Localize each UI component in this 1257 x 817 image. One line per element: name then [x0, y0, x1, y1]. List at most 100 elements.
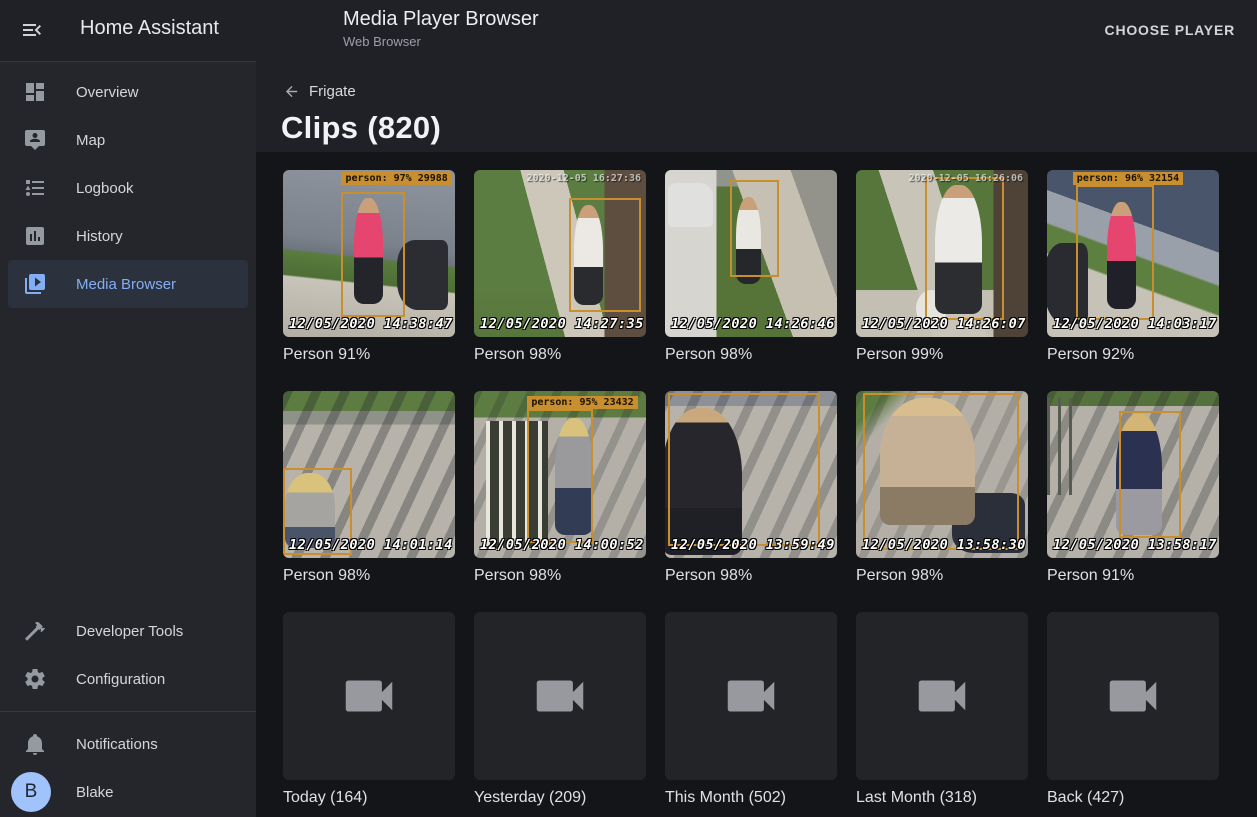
folder-thumbnail [665, 612, 837, 780]
profile-name: Blake [76, 784, 114, 801]
sidebar-item-label: Developer Tools [76, 623, 183, 640]
folder-thumbnail [856, 612, 1028, 780]
video-icon [529, 665, 591, 727]
clip-thumbnail: 12/05/2020 13:59:49 [665, 391, 837, 558]
page-title: Clips (820) [281, 110, 441, 146]
sidebar-spacer [0, 308, 256, 607]
toolbar-title: Media Player Browser [343, 8, 539, 31]
chart-box-icon [23, 224, 47, 248]
folder-tile-this-month[interactable]: This Month (502) [665, 612, 837, 809]
clip-label: Person 92% [1047, 346, 1219, 366]
timestamp-overlay: 12/05/2020 14:01:14 [289, 537, 453, 553]
detection-bbox [527, 409, 592, 543]
clip-label: Person 98% [856, 567, 1028, 587]
menu-open-icon[interactable] [20, 18, 44, 42]
clip-tile[interactable]: 2020-12-05 16:26:06 12/05/2020 14:26:07 … [856, 170, 1028, 366]
folder-label: Last Month (318) [856, 789, 1028, 809]
timestamp-overlay: 12/05/2020 13:58:17 [1053, 537, 1217, 553]
media-browser-content: person: 97% 29988 12/05/2020 14:38:47 Pe… [256, 152, 1257, 817]
play-box-multiple-icon [23, 272, 47, 296]
toolbar-title-block: Media Player Browser Web Browser [343, 8, 539, 49]
clip-tile[interactable]: 12/05/2020 14:01:14 Person 98% [283, 391, 455, 587]
detection-chip: person: 97% 29988 [341, 172, 451, 185]
clip-label: Person 98% [665, 567, 837, 587]
sidebar-item-overview[interactable]: Overview [8, 68, 248, 116]
clip-tile[interactable]: person: 96% 32154 12/05/2020 14:03:17 Pe… [1047, 170, 1219, 366]
sidebar-item-label: Map [76, 132, 105, 149]
clip-tile[interactable]: 2020-12-05 16:27:36 12/05/2020 14:27:35 … [474, 170, 646, 366]
breadcrumb-label: Frigate [309, 83, 356, 100]
clip-thumbnail: 12/05/2020 14:26:46 [665, 170, 837, 337]
sidebar: Overview Map Logbook History Media Brows… [0, 61, 256, 817]
folder-thumbnail [474, 612, 646, 780]
detection-bbox [730, 180, 778, 277]
sidebar-item-label: Logbook [76, 180, 134, 197]
detection-bbox [341, 192, 405, 317]
camera-osd-text: 2020-12-05 16:26:06 [909, 173, 1023, 184]
sidebar-item-developer-tools[interactable]: Developer Tools [8, 607, 248, 655]
tooltip-account-icon [23, 128, 47, 152]
clip-thumbnail: 12/05/2020 13:58:30 [856, 391, 1028, 558]
clip-label: Person 98% [665, 346, 837, 366]
sidebar-item-profile[interactable]: B Blake [8, 768, 248, 816]
sidebar-item-label: History [76, 228, 123, 245]
clip-label: Person 91% [1047, 567, 1219, 587]
clip-label: Person 99% [856, 346, 1028, 366]
clip-thumbnail: 12/05/2020 14:01:14 [283, 391, 455, 558]
folder-label: Back (427) [1047, 789, 1219, 809]
video-icon [338, 665, 400, 727]
timestamp-overlay: 12/05/2020 14:26:46 [671, 316, 835, 332]
gear-icon [23, 667, 47, 691]
video-icon [1102, 665, 1164, 727]
clip-tile[interactable]: 12/05/2020 13:58:17 Person 91% [1047, 391, 1219, 587]
folder-label: Today (164) [283, 789, 455, 809]
choose-player-button[interactable]: CHOOSE PLAYER [1095, 0, 1245, 60]
folder-tile-today[interactable]: Today (164) [283, 612, 455, 809]
folder-thumbnail [1047, 612, 1219, 780]
format-list-bulleted-icon [23, 176, 47, 200]
detection-chip: person: 96% 32154 [1073, 172, 1183, 185]
clip-label: Person 91% [283, 346, 455, 366]
clip-thumbnail: person: 96% 32154 12/05/2020 14:03:17 [1047, 170, 1219, 337]
clip-thumbnail: person: 97% 29988 12/05/2020 14:38:47 [283, 170, 455, 337]
timestamp-overlay: 12/05/2020 13:59:49 [671, 537, 835, 553]
folder-tile-back[interactable]: Back (427) [1047, 612, 1219, 809]
clip-tile[interactable]: 12/05/2020 13:58:30 Person 98% [856, 391, 1028, 587]
sidebar-item-history[interactable]: History [8, 212, 248, 260]
clip-tile[interactable]: person: 97% 29988 12/05/2020 14:38:47 Pe… [283, 170, 455, 366]
clip-tile[interactable]: 12/05/2020 13:59:49 Person 98% [665, 391, 837, 587]
video-icon [720, 665, 782, 727]
scene-prop [1047, 398, 1075, 495]
clip-tile[interactable]: person: 95% 23432 12/05/2020 14:00:52 Pe… [474, 391, 646, 587]
hammer-icon [23, 619, 47, 643]
timestamp-overlay: 12/05/2020 13:58:30 [862, 537, 1026, 553]
clip-tile[interactable]: 12/05/2020 14:26:46 Person 98% [665, 170, 837, 366]
clip-label: Person 98% [474, 567, 646, 587]
folder-tile-last-month[interactable]: Last Month (318) [856, 612, 1028, 809]
sidebar-item-label: Configuration [76, 671, 165, 688]
breadcrumb-back[interactable]: Frigate [283, 83, 356, 100]
sidebar-item-configuration[interactable]: Configuration [8, 655, 248, 703]
camera-osd-text: 2020-12-05 16:27:36 [527, 173, 641, 184]
folder-label: This Month (502) [665, 789, 837, 809]
timestamp-overlay: 12/05/2020 14:27:35 [480, 316, 644, 332]
bell-icon [23, 732, 47, 756]
sidebar-item-label: Overview [76, 84, 139, 101]
detection-bbox [863, 393, 1020, 550]
sidebar-item-notifications[interactable]: Notifications [8, 720, 248, 768]
clip-thumbnail: 12/05/2020 13:58:17 [1047, 391, 1219, 558]
video-icon [911, 665, 973, 727]
sidebar-item-media-browser[interactable]: Media Browser [8, 260, 248, 308]
detection-chip: person: 95% 23432 [527, 396, 637, 409]
timestamp-overlay: 12/05/2020 14:00:52 [480, 537, 644, 553]
detection-bbox [569, 198, 641, 312]
folder-tile-yesterday[interactable]: Yesterday (209) [474, 612, 646, 809]
sidebar-item-label: Notifications [76, 736, 158, 753]
clip-label: Person 98% [474, 346, 646, 366]
clip-thumbnail: 2020-12-05 16:27:36 12/05/2020 14:27:35 [474, 170, 646, 337]
sidebar-item-map[interactable]: Map [8, 116, 248, 164]
clip-label: Person 98% [283, 567, 455, 587]
sidebar-item-logbook[interactable]: Logbook [8, 164, 248, 212]
avatar: B [11, 772, 51, 812]
clips-grid: person: 97% 29988 12/05/2020 14:38:47 Pe… [283, 170, 1257, 809]
